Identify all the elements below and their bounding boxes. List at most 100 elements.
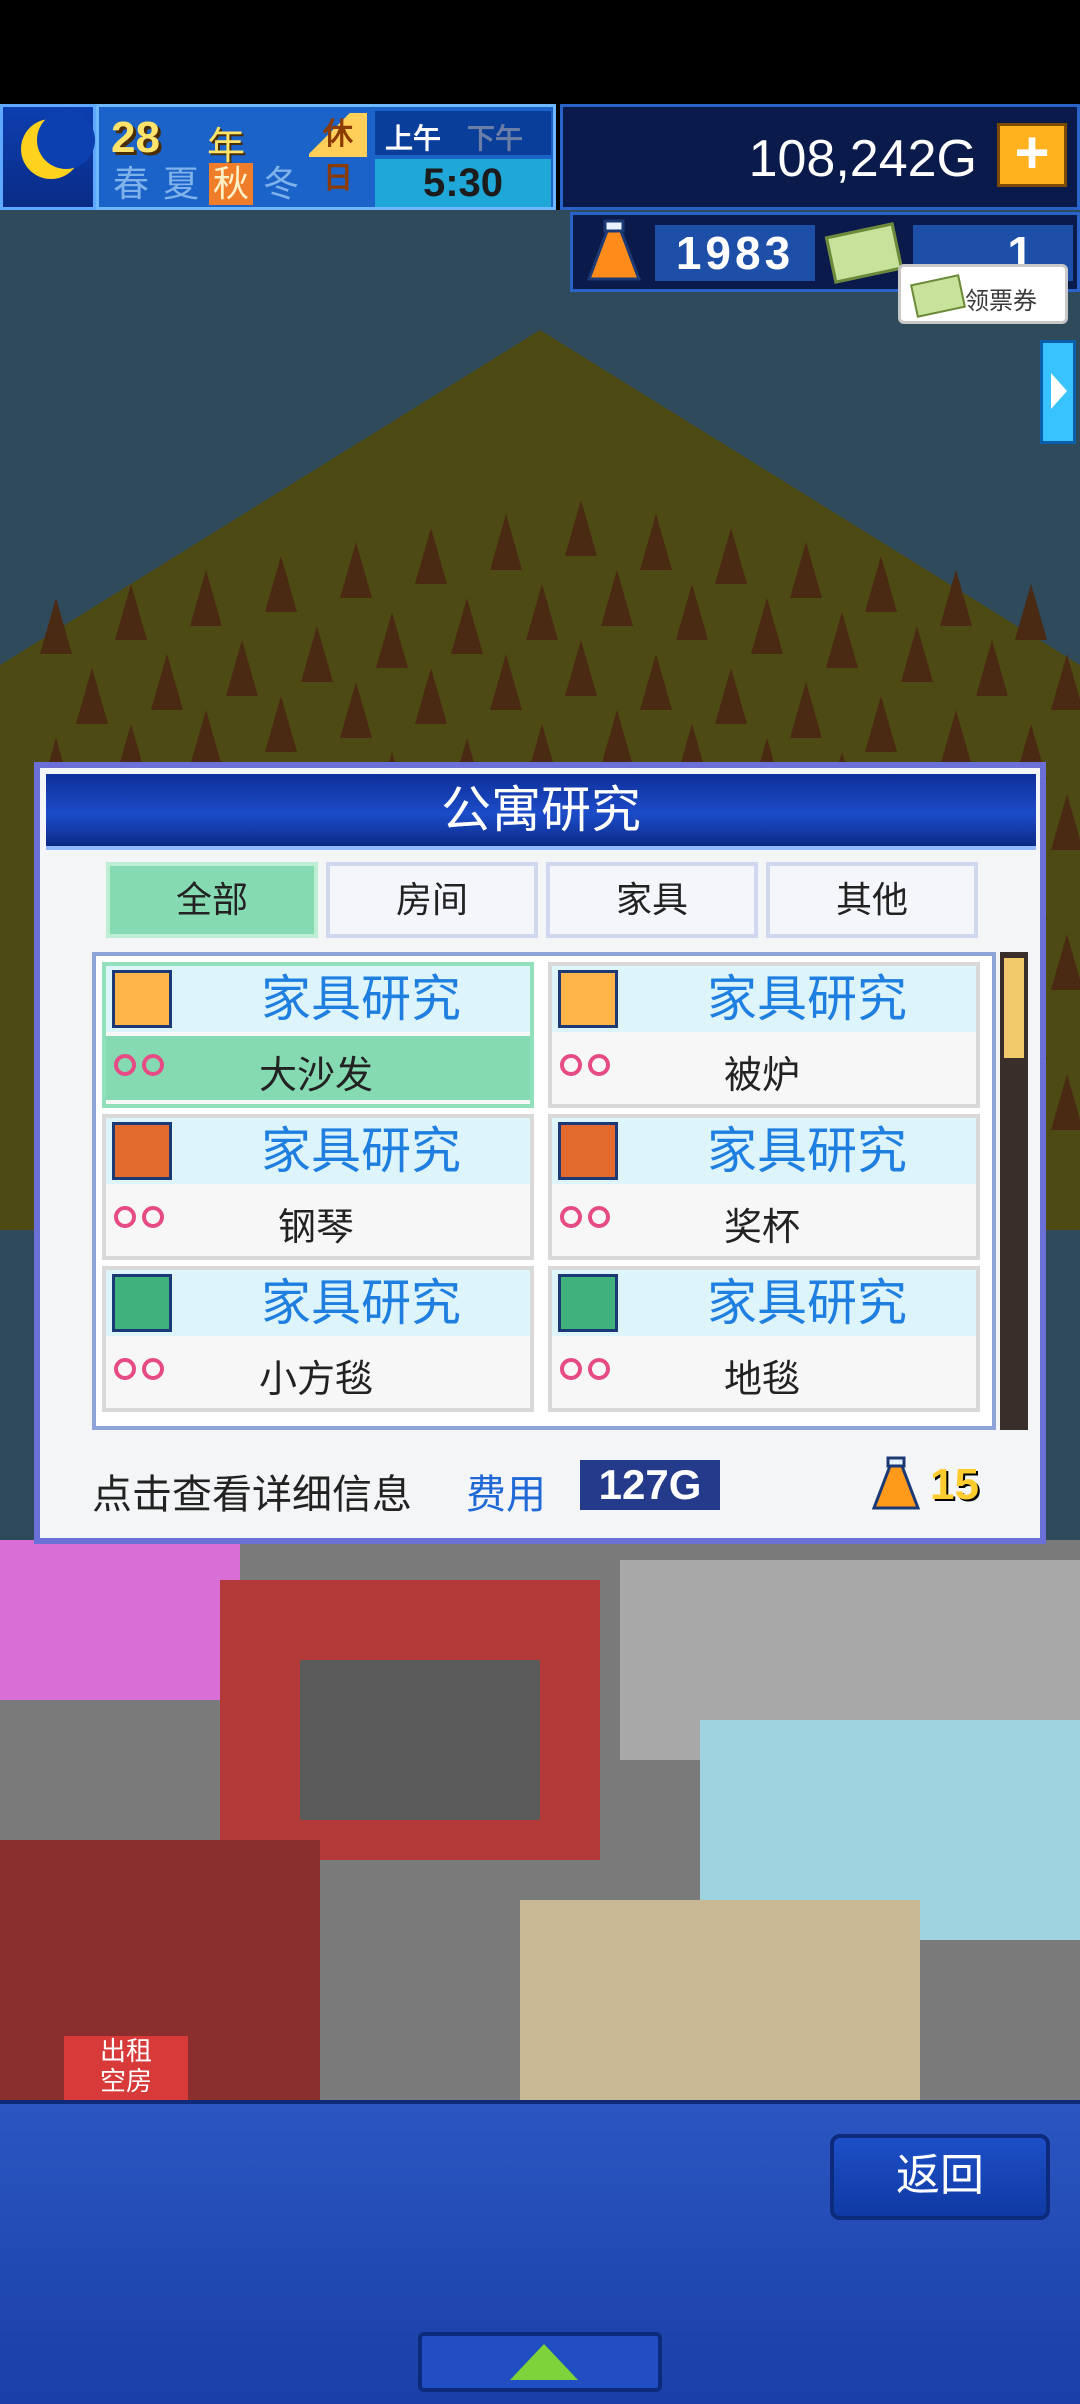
add-money-button[interactable]: + — [997, 123, 1067, 187]
research-item-header: 家具研究 — [552, 966, 976, 1032]
research-item-title: 家具研究 — [707, 1275, 907, 1331]
research-item-footer: 钢琴 — [106, 1188, 530, 1252]
pine-tree — [340, 682, 372, 738]
game-clock: 5:30 — [375, 159, 551, 207]
research-item[interactable]: 家具研究 大沙发 — [102, 962, 534, 1108]
research-item-header: 家具研究 — [106, 1270, 530, 1336]
night-indicator — [0, 104, 96, 210]
tab-2[interactable]: 家具 — [546, 862, 758, 938]
ticket-icon — [824, 222, 904, 284]
pine-tree — [415, 668, 447, 724]
pine-tree — [976, 640, 1008, 696]
pine-tree — [751, 598, 783, 654]
research-item-name: 奖杯 — [723, 1207, 800, 1249]
scrollbar[interactable] — [1000, 952, 1028, 1430]
tv-icon — [112, 1122, 172, 1180]
detail-hint: 点击查看详细信息 — [92, 1473, 412, 1517]
ribbon-icon — [114, 1202, 168, 1234]
sofa-icon — [112, 970, 172, 1028]
pine-tree — [940, 710, 972, 766]
cost-label: 费用 — [466, 1473, 546, 1517]
season-3: 冬 — [262, 163, 299, 204]
sofa-icon — [558, 970, 618, 1028]
pine-tree — [451, 598, 483, 654]
bottom-panel: 返回 — [0, 2100, 1080, 2404]
pine-tree — [115, 584, 147, 640]
am-label: 上午 — [385, 123, 442, 154]
scrollbar-thumb[interactable] — [1004, 958, 1024, 1058]
research-points: 1983 — [655, 225, 815, 281]
research-flask-icon — [586, 219, 642, 281]
pine-tree — [676, 584, 708, 640]
research-item-header: 家具研究 — [106, 966, 530, 1032]
research-item[interactable]: 家具研究被炉 — [548, 962, 980, 1108]
pine-tree — [865, 556, 897, 612]
pine-tree — [790, 682, 822, 738]
research-item-name: 钢琴 — [277, 1207, 354, 1249]
season-0: 春 — [112, 163, 149, 204]
up-arrow-icon — [510, 2344, 578, 2380]
claim-voucher-button[interactable]: 领票券 — [898, 264, 1068, 324]
am-pm-indicator: 上午 下午 — [375, 111, 551, 155]
pine-tree — [790, 542, 822, 598]
year-number: 28 — [111, 113, 160, 162]
season-2: 秋 — [209, 163, 253, 205]
research-item[interactable]: 家具研究 小方毯 — [102, 1266, 534, 1412]
pine-tree — [715, 668, 747, 724]
season-1: 夏 — [162, 163, 199, 204]
side-panel-arrow-button[interactable] — [1040, 340, 1076, 444]
research-item[interactable]: 家具研究奖杯 — [548, 1114, 980, 1260]
pm-label: 下午 — [467, 123, 524, 154]
pine-tree — [226, 640, 258, 696]
date-panel[interactable]: 28 年 休日 上午 下午 春夏秋冬 5:30 — [96, 104, 556, 210]
tab-3[interactable]: 其他 — [766, 862, 978, 938]
research-item-header: 家具研究 — [552, 1270, 976, 1336]
ribbon-icon — [114, 1050, 168, 1082]
apartment-research-dialog: 公寓研究 全部 房间 家具 其他 家具研究 大沙发 家具研究 被炉 家具研究 钢琴 家具研究 奖杯家… — [34, 762, 1046, 1544]
research-item-title: 家具研究 — [707, 971, 907, 1027]
rug-icon — [558, 1274, 618, 1332]
bedroom-floor — [300, 1660, 540, 1820]
pine-tree — [190, 710, 222, 766]
pine-tree — [490, 654, 522, 710]
pine-tree — [265, 696, 297, 752]
research-item-name: 大沙发 — [258, 1055, 373, 1097]
research-item-header: 家具研究 — [106, 1118, 530, 1184]
pine-tree — [715, 528, 747, 584]
research-item-footer: 地毯 — [552, 1340, 976, 1404]
tab-1[interactable]: 房间 — [326, 862, 538, 938]
research-item[interactable]: 家具研究地毯 — [548, 1266, 980, 1412]
expand-menu-button[interactable] — [418, 2332, 662, 2392]
year-label: 年 — [207, 126, 246, 168]
research-item-footer: 大沙发 — [106, 1036, 530, 1100]
ribbon-icon — [114, 1354, 168, 1386]
pine-tree — [565, 640, 597, 696]
pine-tree — [1015, 584, 1047, 640]
money-amount: 108,242G — [748, 130, 977, 188]
tab-0[interactable]: 全部 — [106, 862, 318, 938]
pine-tree — [1051, 794, 1080, 850]
pine-tree — [565, 500, 597, 556]
season-list: 春夏秋冬 — [109, 163, 303, 205]
pine-tree — [901, 626, 933, 682]
research-item-title: 家具研究 — [261, 1123, 461, 1179]
pine-tree — [151, 654, 183, 710]
pine-tree — [1051, 1074, 1080, 1130]
research-item-footer: 被炉 — [552, 1036, 976, 1100]
pine-tree — [265, 556, 297, 612]
back-button[interactable]: 返回 — [830, 2134, 1050, 2220]
ribbon-icon — [560, 1354, 614, 1386]
pine-tree — [940, 570, 972, 626]
pine-tree — [190, 570, 222, 626]
voucher-label: 领票券 — [965, 288, 1037, 315]
lower-room-2 — [520, 1900, 920, 2100]
research-item[interactable]: 家具研究钢琴 — [102, 1114, 534, 1260]
research-item-footer: 奖杯 — [552, 1188, 976, 1252]
money-panel: 108,242G + — [560, 104, 1080, 210]
pine-tree — [40, 598, 72, 654]
pine-tree — [1051, 934, 1080, 990]
pine-tree — [601, 570, 633, 626]
apartment-buildings[interactable]: 出租 空房 — [0, 1540, 1080, 2100]
required-points: 15 — [930, 1460, 979, 1509]
research-item-title: 家具研究 — [707, 1123, 907, 1179]
